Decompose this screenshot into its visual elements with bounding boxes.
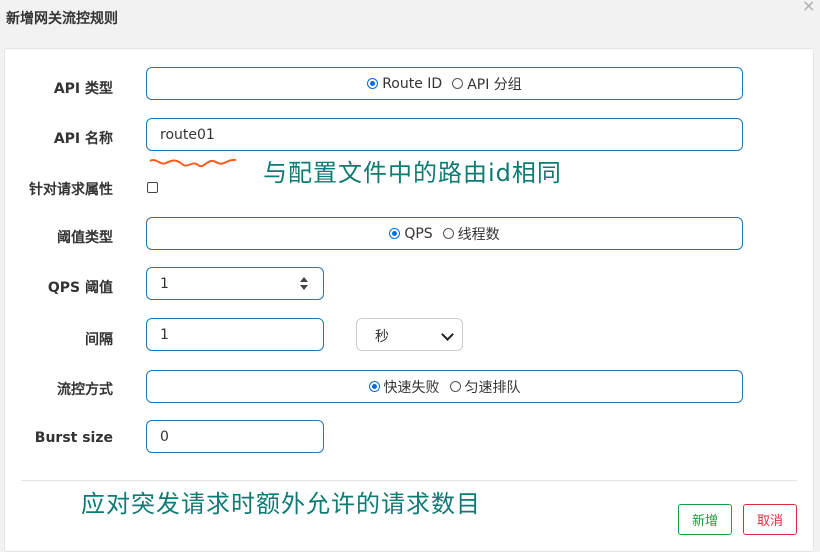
control-behavior-option-fast-fail[interactable]: 快速失败 [368,377,440,397]
qps-threshold-input[interactable] [147,268,323,299]
param-flag-row: 针对请求属性 [5,177,813,198]
threshold-type-label: 阈值类型 [57,230,113,246]
burst-size-input[interactable] [147,421,323,452]
interval-row: 间隔 秒 [5,318,813,353]
close-icon[interactable]: × [802,0,815,15]
qps-threshold-label: QPS 阈值 [47,280,113,296]
radio-unselected-icon[interactable] [449,381,461,392]
api-type-option-label: API 分组 [467,76,522,93]
api-type-row: API 类型 Route ID API 分组 [5,67,813,102]
control-behavior-label: 流控方式 [57,382,113,398]
api-type-option-label: Route ID [382,75,443,92]
interval-unit-select[interactable]: 秒 [356,318,463,351]
dialog-title-bar: 新增网关流控规则 × [0,0,820,38]
cancel-button[interactable]: 取消 [743,504,797,535]
control-behavior-row: 流控方式 快速失败 匀速排队 [5,370,813,405]
dialog-title: 新增网关流控规则 [6,11,118,27]
radio-unselected-icon[interactable] [442,228,454,239]
threshold-type-option-label: 线程数 [457,226,500,243]
burst-size-label: Burst size [34,430,113,446]
footer-divider [21,480,797,481]
api-name-field[interactable] [146,118,743,151]
add-button[interactable]: 新增 [678,504,732,535]
control-behavior-option-label: 匀速排队 [464,379,521,396]
radio-selected-icon[interactable] [368,381,380,392]
param-flag-checkbox[interactable] [147,182,158,193]
qps-threshold-field[interactable] [146,267,324,300]
control-behavior-option-queue[interactable]: 匀速排队 [449,377,521,397]
interval-field[interactable] [146,318,324,351]
number-stepper-icon[interactable] [299,277,309,291]
form-panel: API 类型 Route ID API 分组 API 名称 与配置文件中的路由i… [4,48,814,552]
radio-selected-icon[interactable] [367,78,379,89]
underline-annotation-icon [149,158,237,168]
control-behavior-option-label: 快速失败 [383,379,440,396]
threshold-type-row: 阈值类型 QPS 线程数 [5,217,813,252]
api-type-label: API 类型 [53,81,113,97]
control-behavior-radio-box: 快速失败 匀速排队 [146,370,743,403]
api-name-label: API 名称 [53,131,113,147]
threshold-type-radio-box: QPS 线程数 [146,217,743,250]
qps-threshold-row: QPS 阈值 [5,267,813,302]
burst-size-annotation: 应对突发请求时额外允许的请求数目 [81,490,481,518]
chevron-down-icon [441,328,454,341]
api-type-option-api-group[interactable]: API 分组 [452,74,522,94]
burst-size-field[interactable] [146,420,324,453]
api-name-row: API 名称 [5,118,813,153]
threshold-type-option-qps[interactable]: QPS [389,225,433,242]
burst-size-row: Burst size [5,420,813,455]
radio-selected-icon[interactable] [389,228,401,239]
threshold-type-option-thread[interactable]: 线程数 [442,224,500,244]
interval-unit-value: 秒 [375,329,389,345]
api-type-option-route-id[interactable]: Route ID [367,76,442,92]
api-name-input[interactable] [147,119,742,150]
api-type-radio-box: Route ID API 分组 [146,67,743,100]
threshold-type-option-label: QPS [404,225,433,242]
param-flag-label: 针对请求属性 [29,182,113,198]
interval-input[interactable] [147,319,323,350]
interval-label: 间隔 [85,332,113,348]
radio-unselected-icon[interactable] [452,78,464,89]
